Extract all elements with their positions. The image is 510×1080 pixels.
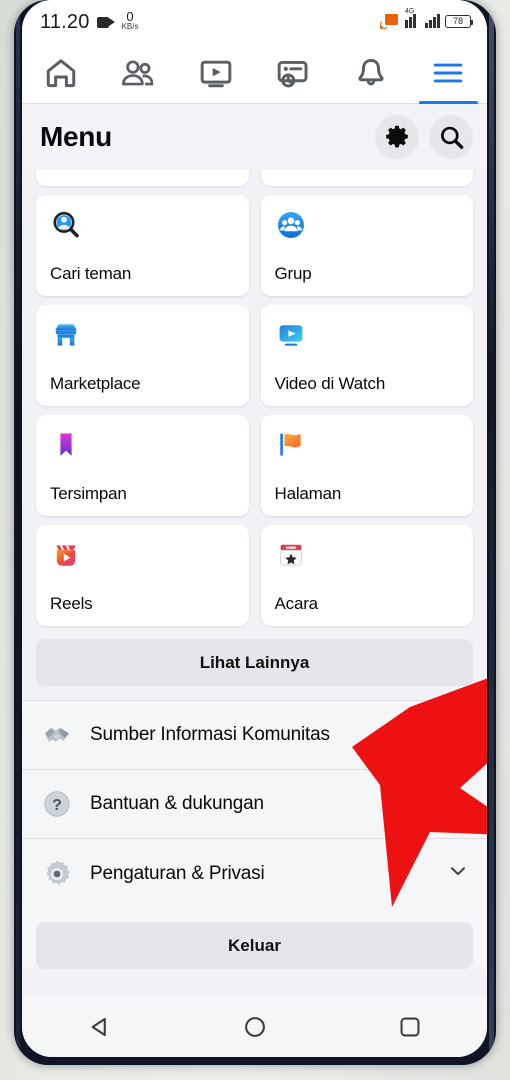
signal-bars-icon-2 [425, 14, 440, 28]
shortcut-label: Marketplace [50, 374, 141, 393]
network-type-label: 4G [405, 8, 415, 15]
shortcut-label: Cari teman [50, 264, 132, 283]
video-camera-icon [96, 17, 115, 29]
shortcut-grid: Cari teman Grup Marketplace Video di Wat… [36, 195, 473, 626]
shortcut-tile-halaman[interactable]: Halaman [260, 415, 473, 516]
signal-bars-icon: 4G [405, 8, 420, 28]
hamburger-menu-icon [434, 63, 463, 82]
shortcut-tile-reels[interactable]: Reels [36, 525, 249, 626]
screen-cast-icon [380, 13, 398, 29]
tab-notifications[interactable] [332, 42, 410, 103]
shortcut-label: Grup [274, 264, 312, 283]
tab-friends[interactable] [100, 42, 178, 103]
android-back-icon [91, 1017, 106, 1037]
shortcut-tile-tersimpan[interactable]: Tersimpan [36, 415, 249, 516]
reels-icon [50, 537, 235, 573]
home-icon [46, 58, 75, 87]
clipped-tile-right[interactable] [260, 170, 473, 186]
menu-header: Menu [22, 104, 487, 170]
chevron-down-icon [447, 860, 469, 887]
shortcut-tile-grup[interactable]: Grup [260, 195, 473, 296]
svg-text:?: ? [52, 797, 62, 814]
search-icon [440, 126, 463, 149]
data-speed-unit: KB/s [121, 22, 139, 31]
battery-indicator: 78 [445, 14, 473, 28]
tab-menu[interactable] [410, 42, 488, 104]
shortcut-label: Halaman [274, 484, 342, 503]
logout-wrapper: Keluar [22, 908, 487, 969]
search-button[interactable] [429, 115, 473, 159]
handshake-icon [40, 718, 74, 752]
list-row-label: Bantuan & dukungan [90, 793, 264, 814]
page-title: Menu [40, 121, 112, 152]
shortcut-label: Video di Watch [274, 374, 386, 393]
shortcut-tile-marketplace[interactable]: Marketplace [36, 305, 249, 406]
settings-button[interactable] [375, 115, 419, 159]
top-navigation-bar [22, 42, 487, 104]
bell-icon [358, 58, 384, 85]
phone-frame: 11.20 0 KB/s 4G 78 Menu Cari teman Grup … [14, 0, 496, 1065]
friends-icon [122, 59, 154, 85]
header-actions [375, 115, 473, 159]
android-recents-button[interactable] [381, 1005, 439, 1049]
groups-icon [275, 207, 460, 243]
shortcut-label: Tersimpan [50, 484, 127, 503]
clipped-tiles-row [36, 170, 473, 186]
marketplace-store-icon [50, 317, 235, 353]
tab-marketplace[interactable] [255, 42, 333, 103]
video-watch-icon [200, 60, 232, 87]
list-row-label: Sumber Informasi Komunitas [90, 724, 330, 745]
find-friends-icon [50, 207, 235, 243]
list-row-pengaturan-privasi[interactable]: Pengaturan & Privasi [22, 839, 487, 908]
android-nav-bar [22, 997, 487, 1057]
shortcut-label: Reels [50, 594, 93, 613]
gear-icon [386, 125, 408, 148]
events-calendar-icon [275, 537, 460, 573]
shortcut-tile-video-watch[interactable]: Video di Watch [260, 305, 473, 406]
menu-scroll-area[interactable]: Cari teman Grup Marketplace Video di Wat… [22, 170, 487, 997]
marketplace-card-icon [277, 60, 308, 87]
list-row-sumber-informasi-komunitas[interactable]: Sumber Informasi Komunitas [22, 701, 487, 770]
see-more-button[interactable]: Lihat Lainnya [36, 639, 473, 686]
shortcut-tile-acara[interactable]: Acara [260, 525, 473, 626]
menu-list: Sumber Informasi Komunitas ? Bantuan & d… [22, 700, 487, 908]
android-home-button[interactable] [226, 1005, 284, 1049]
android-back-button[interactable] [71, 1005, 129, 1049]
android-recents-icon [400, 1017, 419, 1037]
logout-button[interactable]: Keluar [36, 922, 473, 969]
list-row-bantuan-dukungan[interactable]: ? Bantuan & dukungan [22, 770, 487, 839]
status-bar: 11.20 0 KB/s 4G 78 [22, 0, 487, 42]
tab-watch[interactable] [177, 42, 255, 103]
data-speed: 0 KB/s [122, 10, 139, 31]
shortcut-label: Acara [274, 594, 319, 613]
battery-level: 78 [452, 16, 463, 26]
list-row-label: Pengaturan & Privasi [90, 862, 265, 884]
shortcut-grid-wrapper: Cari teman Grup Marketplace Video di Wat… [22, 170, 487, 626]
tab-home[interactable] [22, 42, 100, 103]
chevron-down-icon [447, 791, 469, 818]
watch-video-icon [275, 317, 460, 353]
status-bar-left: 11.20 0 KB/s [40, 10, 138, 32]
phone-screen: 11.20 0 KB/s 4G 78 Menu Cari teman Grup … [22, 0, 487, 1057]
pages-flag-icon [275, 427, 460, 463]
settings-gear-icon [40, 857, 74, 891]
shortcut-tile-cari-teman[interactable]: Cari teman [36, 195, 249, 296]
status-bar-right: 4G 78 [380, 8, 473, 29]
bookmark-saved-icon [50, 427, 235, 463]
help-question-icon: ? [40, 787, 74, 821]
status-time: 11.20 [40, 11, 90, 33]
see-more-wrapper: Lihat Lainnya [22, 626, 487, 700]
android-home-icon [244, 1017, 265, 1037]
clipped-tile-left[interactable] [36, 170, 249, 186]
